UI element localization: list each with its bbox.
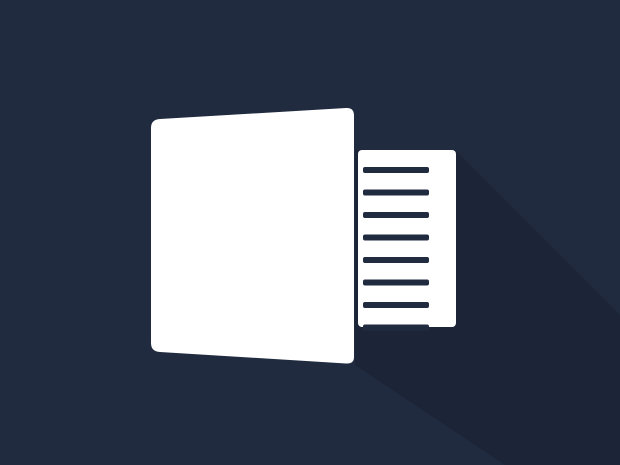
page-line	[363, 189, 429, 196]
page-line	[363, 324, 429, 331]
icon-canvas	[0, 0, 620, 465]
page-line	[363, 234, 429, 241]
page-line	[363, 257, 429, 263]
front-page	[151, 107, 354, 364]
page-line	[363, 167, 429, 173]
document-pages-icon	[0, 0, 620, 465]
page-line	[363, 279, 429, 286]
page-line	[363, 302, 429, 308]
page-line	[363, 212, 429, 218]
